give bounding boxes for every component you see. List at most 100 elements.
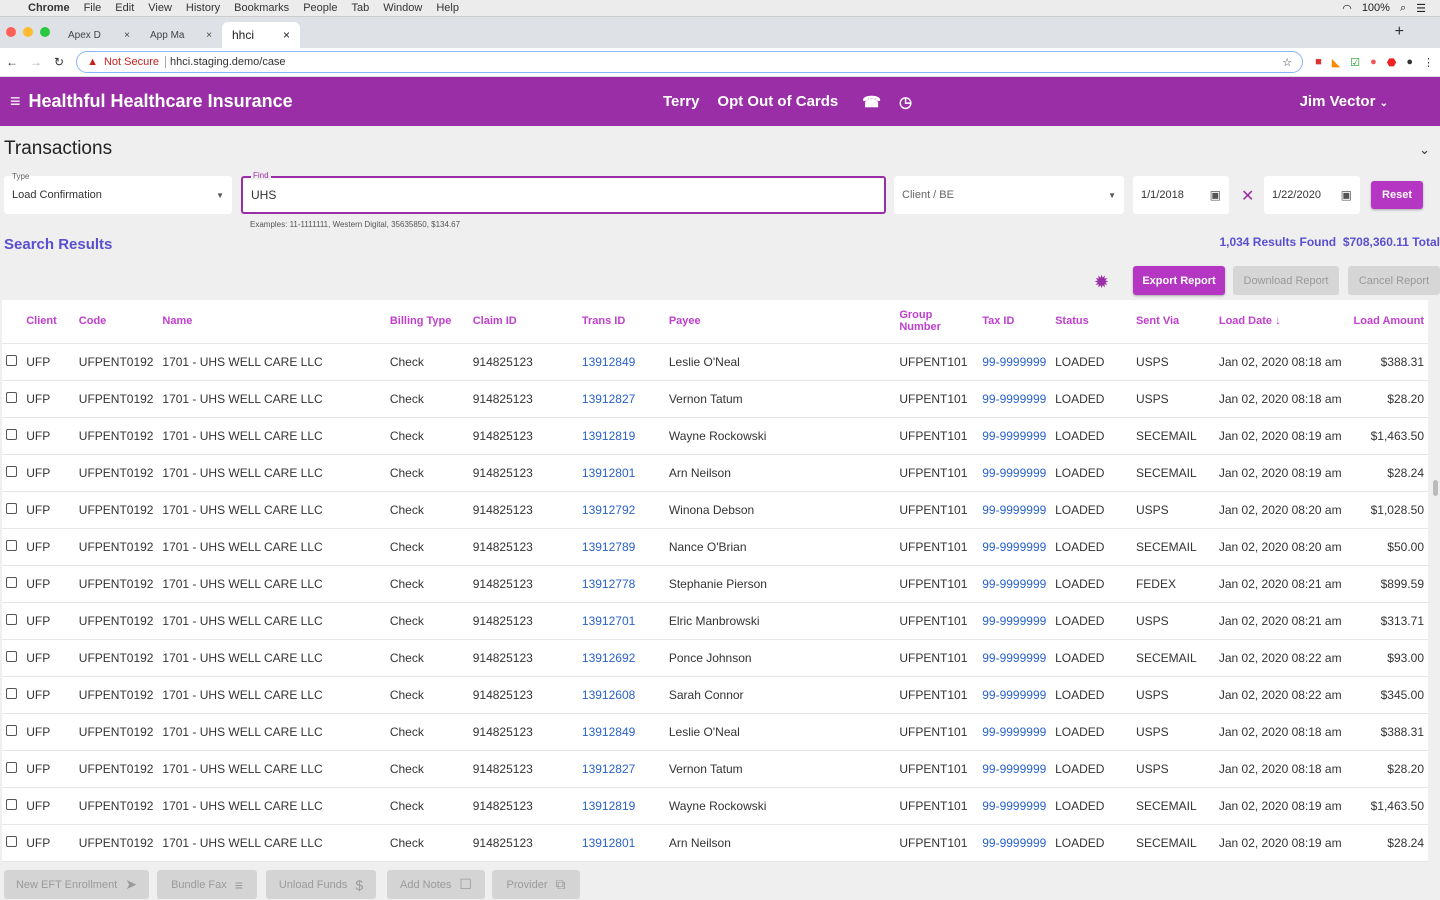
add-notes-button[interactable]: Add Notes ☐	[387, 870, 485, 899]
type-select[interactable]: Type Load Confirmation ▼	[4, 172, 232, 214]
contact-name[interactable]: Terry	[663, 93, 699, 110]
tax-id-link[interactable]: 99-9999999	[982, 355, 1046, 369]
url[interactable]: hhci.staging.demo/case	[164, 56, 286, 68]
row-checkbox[interactable]	[6, 835, 17, 847]
row-checkbox[interactable]	[6, 650, 17, 662]
row-checkbox[interactable]	[6, 761, 17, 773]
column-header-load-date[interactable]: Load Date ↓	[1214, 300, 1348, 344]
call-topic[interactable]: Opt Out of Cards	[717, 93, 838, 110]
new-eft-enrollment-button[interactable]: New EFT Enrollment ➤	[4, 870, 149, 899]
provider-button[interactable]: Provider ⧉	[492, 870, 580, 899]
column-header-code[interactable]: Code	[74, 300, 159, 344]
tax-id-link[interactable]: 99-9999999	[982, 836, 1046, 850]
browser-tab-active[interactable]: hhci ×	[222, 22, 300, 48]
column-header-name[interactable]: Name	[158, 300, 386, 344]
reload-icon[interactable]: ↻	[54, 55, 64, 69]
menu-view[interactable]: View	[148, 2, 172, 14]
column-header-tax-id[interactable]: Tax ID	[978, 300, 1052, 344]
more-icon[interactable]: ⋮	[1423, 56, 1434, 69]
find-input[interactable]: Find UHS	[241, 171, 886, 214]
back-icon[interactable]: ←	[6, 55, 18, 69]
date-from-input[interactable]: 1/1/2018 ▣	[1133, 176, 1229, 214]
column-header-billing-type[interactable]: Billing Type	[385, 300, 469, 344]
trans-id-link[interactable]: 13912819	[582, 799, 635, 813]
table-row[interactable]: UFP UFPENT0192 1701 - UHS WELL CARE LLC Che…	[2, 343, 1428, 381]
reset-button[interactable]: Reset	[1371, 181, 1423, 209]
new-tab-icon[interactable]: +	[1395, 23, 1404, 41]
export-report-button[interactable]: Export Report	[1133, 266, 1225, 295]
unload-funds-button[interactable]: Unload Funds $	[266, 870, 376, 899]
star-icon[interactable]: ☆	[1282, 56, 1292, 69]
column-header-status[interactable]: Status	[1051, 300, 1132, 344]
table-row[interactable]: UFP UFPENT0192 1701 - UHS WELL CARE LLC Che…	[2, 380, 1428, 418]
menu-icon[interactable]: ≡	[10, 91, 21, 112]
trans-id-link[interactable]: 13912827	[582, 392, 635, 406]
client-select[interactable]: Client / BE ▼	[894, 176, 1124, 214]
trans-id-link[interactable]: 13912692	[582, 651, 635, 665]
row-checkbox[interactable]	[6, 613, 17, 625]
table-row[interactable]: UFP UFPENT0192 1701 - UHS WELL CARE LLC Che…	[2, 491, 1428, 529]
browser-tab[interactable]: App Ma ×	[140, 22, 222, 48]
row-checkbox[interactable]	[6, 465, 17, 477]
tax-id-link[interactable]: 99-9999999	[982, 688, 1046, 702]
clear-dates-icon[interactable]: ✕	[1241, 186, 1254, 206]
hang-up-icon[interactable]: ☎	[862, 93, 881, 111]
omnibox[interactable]: ▲ Not Secure hhci.staging.demo/case ☆	[76, 51, 1304, 73]
table-row[interactable]: UFP UFPENT0192 1701 - UHS WELL CARE LLC Che…	[2, 565, 1428, 603]
trans-id-link[interactable]: 13912819	[582, 429, 635, 443]
table-row[interactable]: UFP UFPENT0192 1701 - UHS WELL CARE LLC Che…	[2, 639, 1428, 677]
settings-gear-icon[interactable]: ✹	[1094, 272, 1109, 293]
date-to-input[interactable]: 1/22/2020 ▣	[1264, 176, 1360, 214]
row-checkbox[interactable]	[6, 724, 17, 736]
row-checkbox[interactable]	[6, 687, 17, 699]
trans-id-link[interactable]: 13912778	[582, 577, 635, 591]
column-header-claim-id[interactable]: Claim ID	[468, 300, 578, 344]
column-header-group-number[interactable]: Group Number	[895, 300, 979, 344]
row-checkbox[interactable]	[6, 539, 17, 551]
menu-app[interactable]: Chrome	[28, 2, 70, 14]
tax-id-link[interactable]: 99-9999999	[982, 651, 1046, 665]
row-checkbox[interactable]	[6, 391, 17, 403]
column-header-sent-via[interactable]: Sent Via	[1131, 300, 1215, 344]
column-header-client[interactable]: Client	[22, 300, 75, 344]
close-window-button[interactable]	[6, 27, 16, 37]
stop-icon[interactable]: ⬣	[1387, 56, 1397, 69]
download-report-button[interactable]: Download Report	[1233, 266, 1339, 295]
rss-icon[interactable]: ◣	[1332, 56, 1340, 69]
table-row[interactable]: UFP UFPENT0192 1701 - UHS WELL CARE LLC Che…	[2, 824, 1428, 862]
minimize-window-button[interactable]	[23, 27, 33, 37]
tax-id-link[interactable]: 99-9999999	[982, 799, 1046, 813]
tax-id-link[interactable]: 99-9999999	[982, 614, 1046, 628]
table-row[interactable]: UFP UFPENT0192 1701 - UHS WELL CARE LLC Che…	[2, 750, 1428, 788]
table-row[interactable]: UFP UFPENT0192 1701 - UHS WELL CARE LLC Che…	[2, 528, 1428, 566]
clock-icon[interactable]: ◷	[899, 93, 912, 111]
calendar-icon[interactable]: ▣	[1210, 188, 1221, 202]
trans-id-link[interactable]: 13912789	[582, 540, 635, 554]
close-tab-icon[interactable]: ×	[206, 30, 212, 41]
menu-history[interactable]: History	[186, 2, 220, 14]
trans-id-link[interactable]: 13912608	[582, 688, 635, 702]
table-row[interactable]: UFP UFPENT0192 1701 - UHS WELL CARE LLC Che…	[2, 454, 1428, 492]
menu-file[interactable]: File	[84, 2, 102, 14]
trans-id-link[interactable]: 13912792	[582, 503, 635, 517]
collapse-chevron-icon[interactable]: ⌄	[1419, 142, 1430, 158]
check-extension-icon[interactable]: ☑	[1350, 56, 1360, 69]
table-row[interactable]: UFP UFPENT0192 1701 - UHS WELL CARE LLC Che…	[2, 713, 1428, 751]
column-header-trans-id[interactable]: Trans ID	[577, 300, 665, 344]
table-row[interactable]: UFP UFPENT0192 1701 - UHS WELL CARE LLC Che…	[2, 676, 1428, 714]
trans-id-link[interactable]: 13912849	[582, 725, 635, 739]
calendar-extension-icon[interactable]: ■	[1315, 56, 1322, 69]
table-row[interactable]: UFP UFPENT0192 1701 - UHS WELL CARE LLC Che…	[2, 602, 1428, 640]
trans-id-link[interactable]: 13912801	[582, 466, 635, 480]
row-checkbox[interactable]	[6, 798, 17, 810]
zoom-window-button[interactable]	[40, 27, 50, 37]
row-checkbox[interactable]	[6, 502, 17, 514]
column-header-payee[interactable]: Payee	[664, 300, 896, 344]
row-checkbox[interactable]	[6, 576, 17, 588]
tax-id-link[interactable]: 99-9999999	[982, 429, 1046, 443]
row-checkbox[interactable]	[6, 354, 17, 366]
tax-id-link[interactable]: 99-9999999	[982, 466, 1046, 480]
column-header-load-amount[interactable]: Load Amount	[1347, 300, 1428, 344]
menu-tab[interactable]: Tab	[351, 2, 369, 14]
table-row[interactable]: UFP UFPENT0192 1701 - UHS WELL CARE LLC Che…	[2, 417, 1428, 455]
